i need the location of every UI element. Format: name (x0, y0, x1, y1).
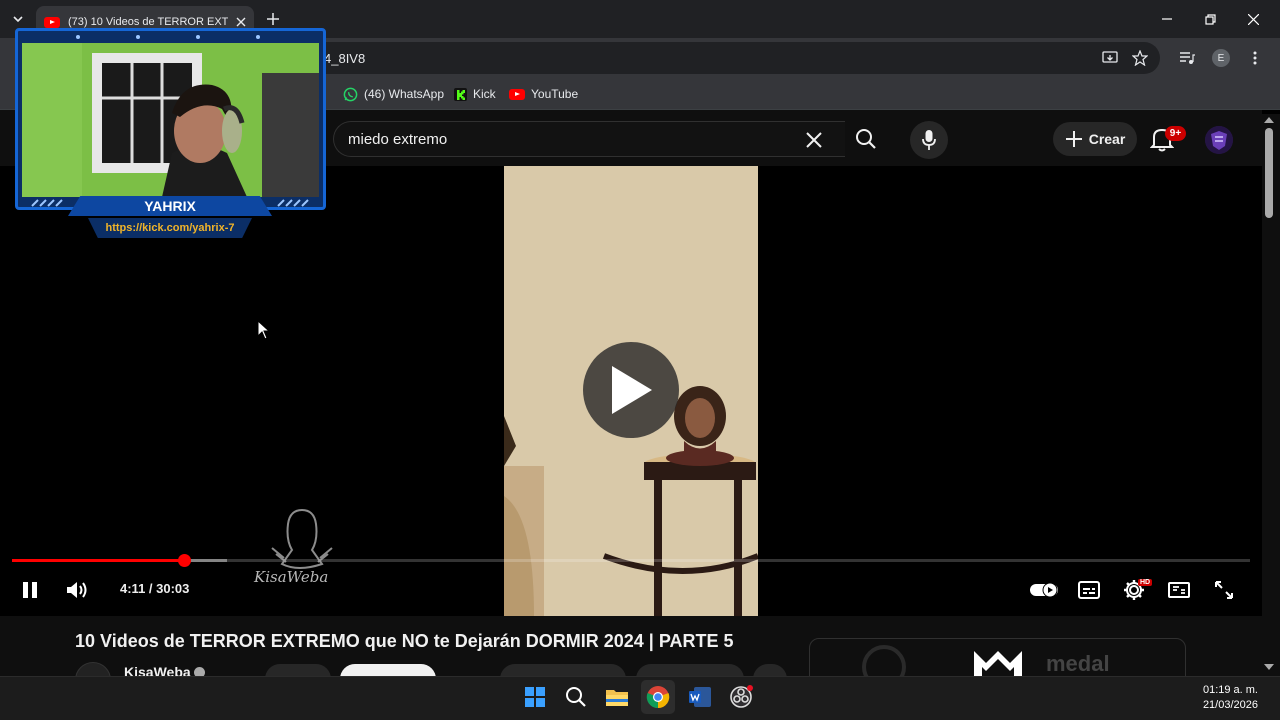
webcam-video (22, 43, 319, 197)
progress-scrubber[interactable] (178, 554, 191, 567)
close-tab-icon[interactable] (236, 17, 246, 27)
overlay-stripes-right (277, 199, 309, 207)
obs-button[interactable] (724, 680, 758, 714)
plus-icon (267, 13, 279, 25)
profile-button[interactable]: E (1211, 48, 1231, 68)
bookmark-star-button[interactable] (1130, 48, 1150, 68)
install-app-button[interactable] (1100, 48, 1120, 68)
tab-title: (73) 10 Videos de TERROR EXTREMO que NO … (68, 16, 228, 28)
taskbar-search-button[interactable] (559, 680, 593, 714)
scrollbar-thumb[interactable] (1265, 128, 1273, 218)
pause-button[interactable] (16, 576, 44, 604)
windows-start-icon (525, 687, 545, 707)
bookmark-label: YouTube (531, 87, 579, 101)
media-controls-button[interactable] (1177, 48, 1197, 68)
chevron-down-icon (13, 16, 23, 23)
scroll-down-icon[interactable] (1264, 664, 1274, 670)
avatar-image (1205, 126, 1233, 154)
youtube-favicon-icon (44, 16, 60, 28)
mouse-cursor-icon (257, 320, 271, 340)
whatsapp-icon (343, 87, 358, 101)
autoplay-toggle[interactable] (1028, 576, 1060, 604)
video-title: 10 Videos de TERROR EXTREMO que NO te De… (75, 631, 734, 651)
bookmark-label: Kick (473, 87, 496, 101)
overlay-frame-dots (76, 35, 260, 39)
file-explorer-icon (606, 690, 628, 706)
obs-icon (730, 685, 753, 708)
star-icon (1132, 50, 1148, 66)
youtube-icon (509, 88, 525, 100)
autoplay-toggle-icon (1030, 582, 1058, 598)
close-icon (1247, 13, 1259, 25)
windows-taskbar (0, 676, 1280, 720)
more-vertical-icon (1253, 51, 1257, 65)
bookmark-label: (46) WhatsApp (364, 87, 445, 101)
notifications-badge: 9+ (1165, 126, 1186, 141)
queue-music-icon (1180, 52, 1195, 64)
search-box (333, 121, 845, 157)
expand-icon (1215, 581, 1233, 599)
word-button[interactable] (683, 680, 717, 714)
clock-date[interactable]: 21/03/2026 (1180, 699, 1258, 711)
start-button[interactable] (518, 680, 552, 714)
pause-icon (23, 582, 37, 598)
streamer-name-plate: YAHRIX (68, 196, 272, 216)
voice-search-button[interactable] (910, 121, 948, 159)
subtitles-icon (1078, 581, 1100, 599)
microphone-icon (922, 130, 936, 150)
clock-time[interactable]: 01:19 a. m. (1180, 684, 1258, 696)
new-tab-button[interactable] (262, 8, 284, 30)
ad-brand-text: medal (1046, 651, 1110, 676)
install-app-icon (1102, 51, 1118, 63)
webcam-image (22, 43, 319, 197)
address-bar[interactable]: 4_8IV8 (300, 42, 1160, 74)
search-input[interactable] (348, 122, 778, 156)
theater-mode-button[interactable] (1165, 576, 1193, 604)
word-icon (689, 687, 711, 707)
file-explorer-button[interactable] (600, 680, 634, 714)
profile-avatar: E (1212, 49, 1230, 67)
subtitles-button[interactable] (1075, 576, 1103, 604)
streamer-url: https://kick.com/yahrix-7 (88, 218, 252, 238)
fullscreen-button[interactable] (1210, 576, 1238, 604)
progress-played (12, 559, 184, 562)
plus-icon (1065, 131, 1082, 147)
clear-search-icon[interactable] (804, 130, 824, 150)
minimize-window-button[interactable] (1149, 6, 1185, 32)
close-window-button[interactable] (1235, 6, 1271, 32)
volume-button[interactable] (64, 576, 92, 604)
restore-icon (1204, 13, 1216, 25)
create-label: Crear (1088, 131, 1126, 147)
chrome-button[interactable] (641, 680, 675, 714)
minimize-icon (1162, 18, 1172, 20)
play-icon (612, 366, 652, 414)
search-icon (856, 129, 876, 149)
bookmark-whatsapp[interactable]: (46) WhatsApp (343, 85, 444, 103)
scroll-up-icon[interactable] (1264, 117, 1274, 123)
play-button-overlay[interactable] (583, 342, 679, 438)
time-display: 4:11 / 30:03 (120, 581, 190, 596)
chrome-icon (646, 686, 670, 709)
volume-icon (67, 582, 87, 598)
account-avatar[interactable] (1205, 126, 1233, 154)
search-button[interactable] (845, 121, 887, 157)
bookmark-kick[interactable]: Kick (454, 85, 496, 103)
hd-badge: HD (1138, 579, 1153, 586)
watermark-text: KisaWeba (254, 568, 329, 586)
browser-menu-button[interactable] (1245, 48, 1265, 68)
search-icon (566, 687, 586, 707)
overlay-stripes-left (31, 199, 63, 207)
restore-window-button[interactable] (1192, 6, 1228, 32)
url-text: 4_8IV8 (324, 51, 366, 66)
bookmark-youtube[interactable]: YouTube (509, 85, 578, 103)
create-button[interactable]: Crear (1053, 122, 1137, 156)
kick-icon (454, 87, 467, 101)
miniplayer-icon (1168, 582, 1190, 598)
